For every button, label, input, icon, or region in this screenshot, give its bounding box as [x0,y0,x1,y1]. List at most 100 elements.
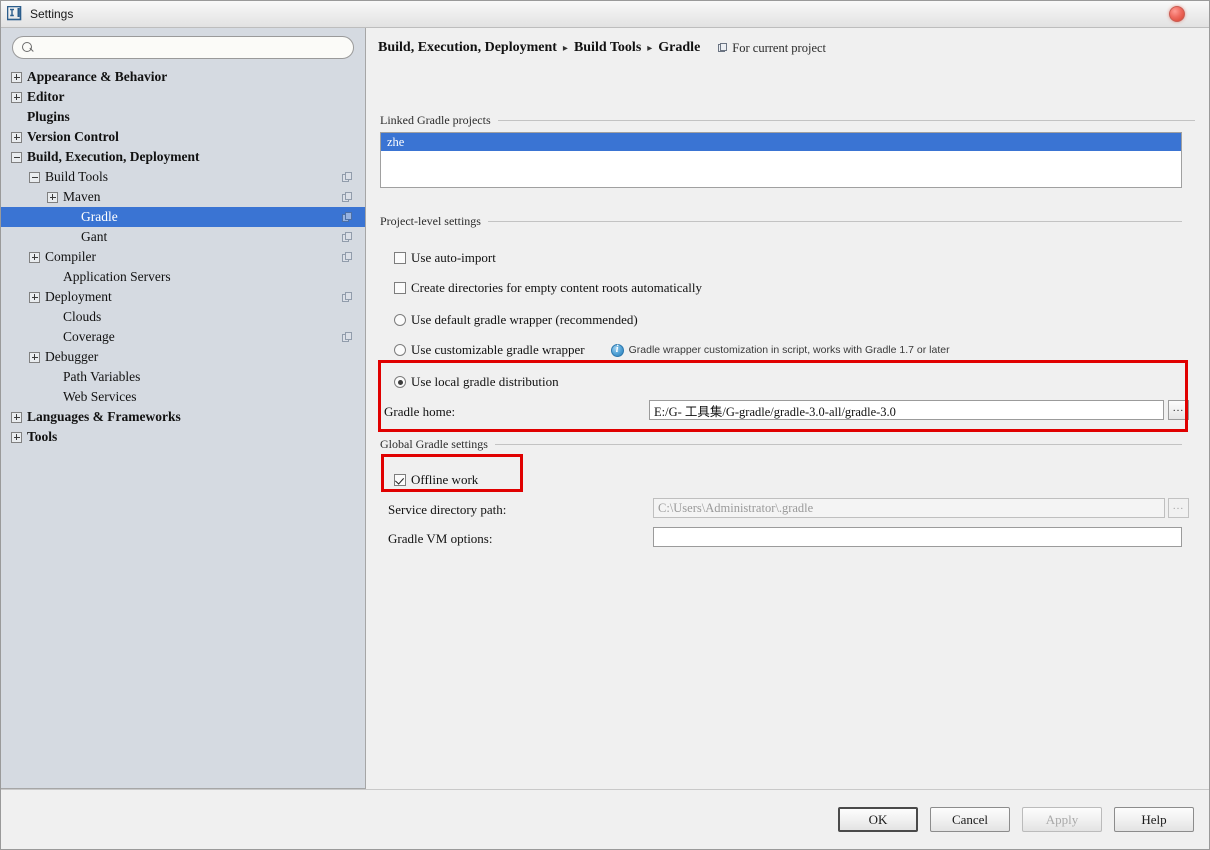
sidebar-item-deployment[interactable]: Deployment [1,287,365,307]
sidebar-item-label: Plugins [27,109,70,124]
use-default-wrapper-row[interactable]: Use default gradle wrapper (recommended) [394,312,638,328]
project-scope-icon [718,42,728,54]
use-auto-import-checkbox[interactable] [394,252,406,264]
search-icon [22,41,34,54]
breadcrumb-part-0[interactable]: Build, Execution, Deployment [378,40,557,56]
breadcrumb-part-1[interactable]: Build Tools [574,40,641,56]
scope-indicator: For current project [718,41,826,56]
search-container [1,28,365,65]
sidebar-item-compiler[interactable]: Compiler [1,247,365,267]
list-item[interactable]: zhe [381,133,1181,151]
sidebar-item-web-services[interactable]: Web Services [1,387,365,407]
module-scope-icon [342,331,353,343]
sidebar-item-editor[interactable]: Editor [1,87,365,107]
use-local-distribution-label: Use local gradle distribution [411,374,559,389]
chevron-right-icon: ▸ [562,42,568,54]
group-project-level-label: Project-level settings [380,214,481,228]
use-default-wrapper-radio[interactable] [394,314,406,326]
dialog-footer: OK Cancel Apply Help [1,789,1209,849]
help-button[interactable]: Help [1114,807,1194,832]
group-divider [494,444,1182,445]
sidebar-item-debugger[interactable]: Debugger [1,347,365,367]
sidebar-item-label: Clouds [63,309,102,324]
sidebar-item-label: Coverage [63,329,115,344]
sidebar-item-appearance-behavior[interactable]: Appearance & Behavior [1,67,365,87]
local-distribution-highlight [378,360,1188,432]
close-icon[interactable] [1169,6,1185,22]
breadcrumb-part-2[interactable]: Gradle [658,40,700,56]
search-input[interactable] [34,39,353,56]
offline-work-checkbox[interactable] [394,474,406,486]
gradle-home-browse-button[interactable]: ... [1168,400,1189,420]
sidebar-item-label: Compiler [45,249,96,264]
module-scope-icon [342,291,353,303]
group-divider [487,221,1182,222]
gradle-vm-options-input[interactable] [653,527,1182,547]
sidebar-item-maven[interactable]: Maven [1,187,365,207]
create-directories-row[interactable]: Create directories for empty content roo… [394,280,702,296]
sidebar-item-label: Version Control [27,129,119,144]
gradle-home-label: Gradle home: [384,404,456,419]
sidebar-item-label: Debugger [45,349,99,364]
offline-work-label: Offline work [411,472,479,487]
expand-icon[interactable] [47,191,58,203]
sidebar-item-coverage[interactable]: Coverage [1,327,365,347]
module-scope-icon [342,251,353,263]
settings-main-panel: Build, Execution, Deployment ▸ Build Too… [366,28,1209,789]
cancel-button[interactable]: Cancel [930,807,1010,832]
search-box[interactable] [12,36,354,59]
sidebar-item-label: Build Tools [45,169,108,184]
collapse-icon[interactable] [29,171,40,183]
use-local-distribution-radio[interactable] [394,376,406,388]
sidebar-item-build-execution-deployment[interactable]: Build, Execution, Deployment [1,147,365,167]
offline-work-row[interactable]: Offline work [394,472,478,488]
apply-button[interactable]: Apply [1022,807,1102,832]
ok-button[interactable]: OK [838,807,918,832]
group-global-settings-label: Global Gradle settings [380,437,488,451]
sidebar-item-languages-frameworks[interactable]: Languages & Frameworks [1,407,365,427]
sidebar-item-label: Application Servers [63,269,171,284]
expand-icon[interactable] [11,71,22,83]
sidebar-item-label: Appearance & Behavior [27,69,168,84]
expand-icon[interactable] [29,251,40,263]
sidebar-item-label: Web Services [63,389,137,404]
use-customizable-wrapper-radio[interactable] [394,344,406,356]
sidebar-item-gant[interactable]: Gant [1,227,365,247]
linked-projects-list[interactable]: zhe [380,132,1182,188]
sidebar-item-application-servers[interactable]: Application Servers [1,267,365,287]
settings-tree[interactable]: Appearance & Behavior Editor Plugins Versio… [1,65,365,789]
use-auto-import-row[interactable]: Use auto-import [394,250,496,266]
sidebar-item-version-control[interactable]: Version Control [1,127,365,147]
collapse-icon[interactable] [11,151,22,163]
sidebar-item-tools[interactable]: Tools [1,427,365,447]
expand-icon[interactable] [11,411,22,423]
expand-icon[interactable] [11,431,22,443]
service-directory-input[interactable]: C:\Users\Administrator\.gradle [653,498,1165,518]
group-project-level: Project-level settings [380,214,1182,229]
create-directories-checkbox[interactable] [394,282,406,294]
service-directory-label: Service directory path: [388,502,507,517]
use-local-distribution-row[interactable]: Use local gradle distribution [394,374,559,390]
expand-icon[interactable] [11,131,22,143]
expand-icon[interactable] [29,351,40,363]
gradle-home-input[interactable]: E:/G- 工具集/G-gradle/gradle-3.0-all/gradle… [649,400,1164,420]
sidebar-item-gradle[interactable]: Gradle [1,207,365,227]
sidebar-item-label: Path Variables [63,369,141,384]
use-customizable-wrapper-row[interactable]: Use customizable gradle wrapper Gradle w… [394,342,950,358]
expand-icon[interactable] [11,91,22,103]
module-scope-icon [342,231,353,243]
scope-label: For current project [732,40,827,55]
sidebar-item-plugins[interactable]: Plugins [1,107,365,127]
expand-icon[interactable] [29,291,40,303]
use-auto-import-label: Use auto-import [411,250,496,265]
sidebar-item-label: Maven [63,189,101,204]
sidebar-item-clouds[interactable]: Clouds [1,307,365,327]
sidebar-item-build-tools[interactable]: Build Tools [1,167,365,187]
service-directory-browse-button[interactable]: ... [1168,498,1189,518]
sidebar-item-path-variables[interactable]: Path Variables [1,367,365,387]
